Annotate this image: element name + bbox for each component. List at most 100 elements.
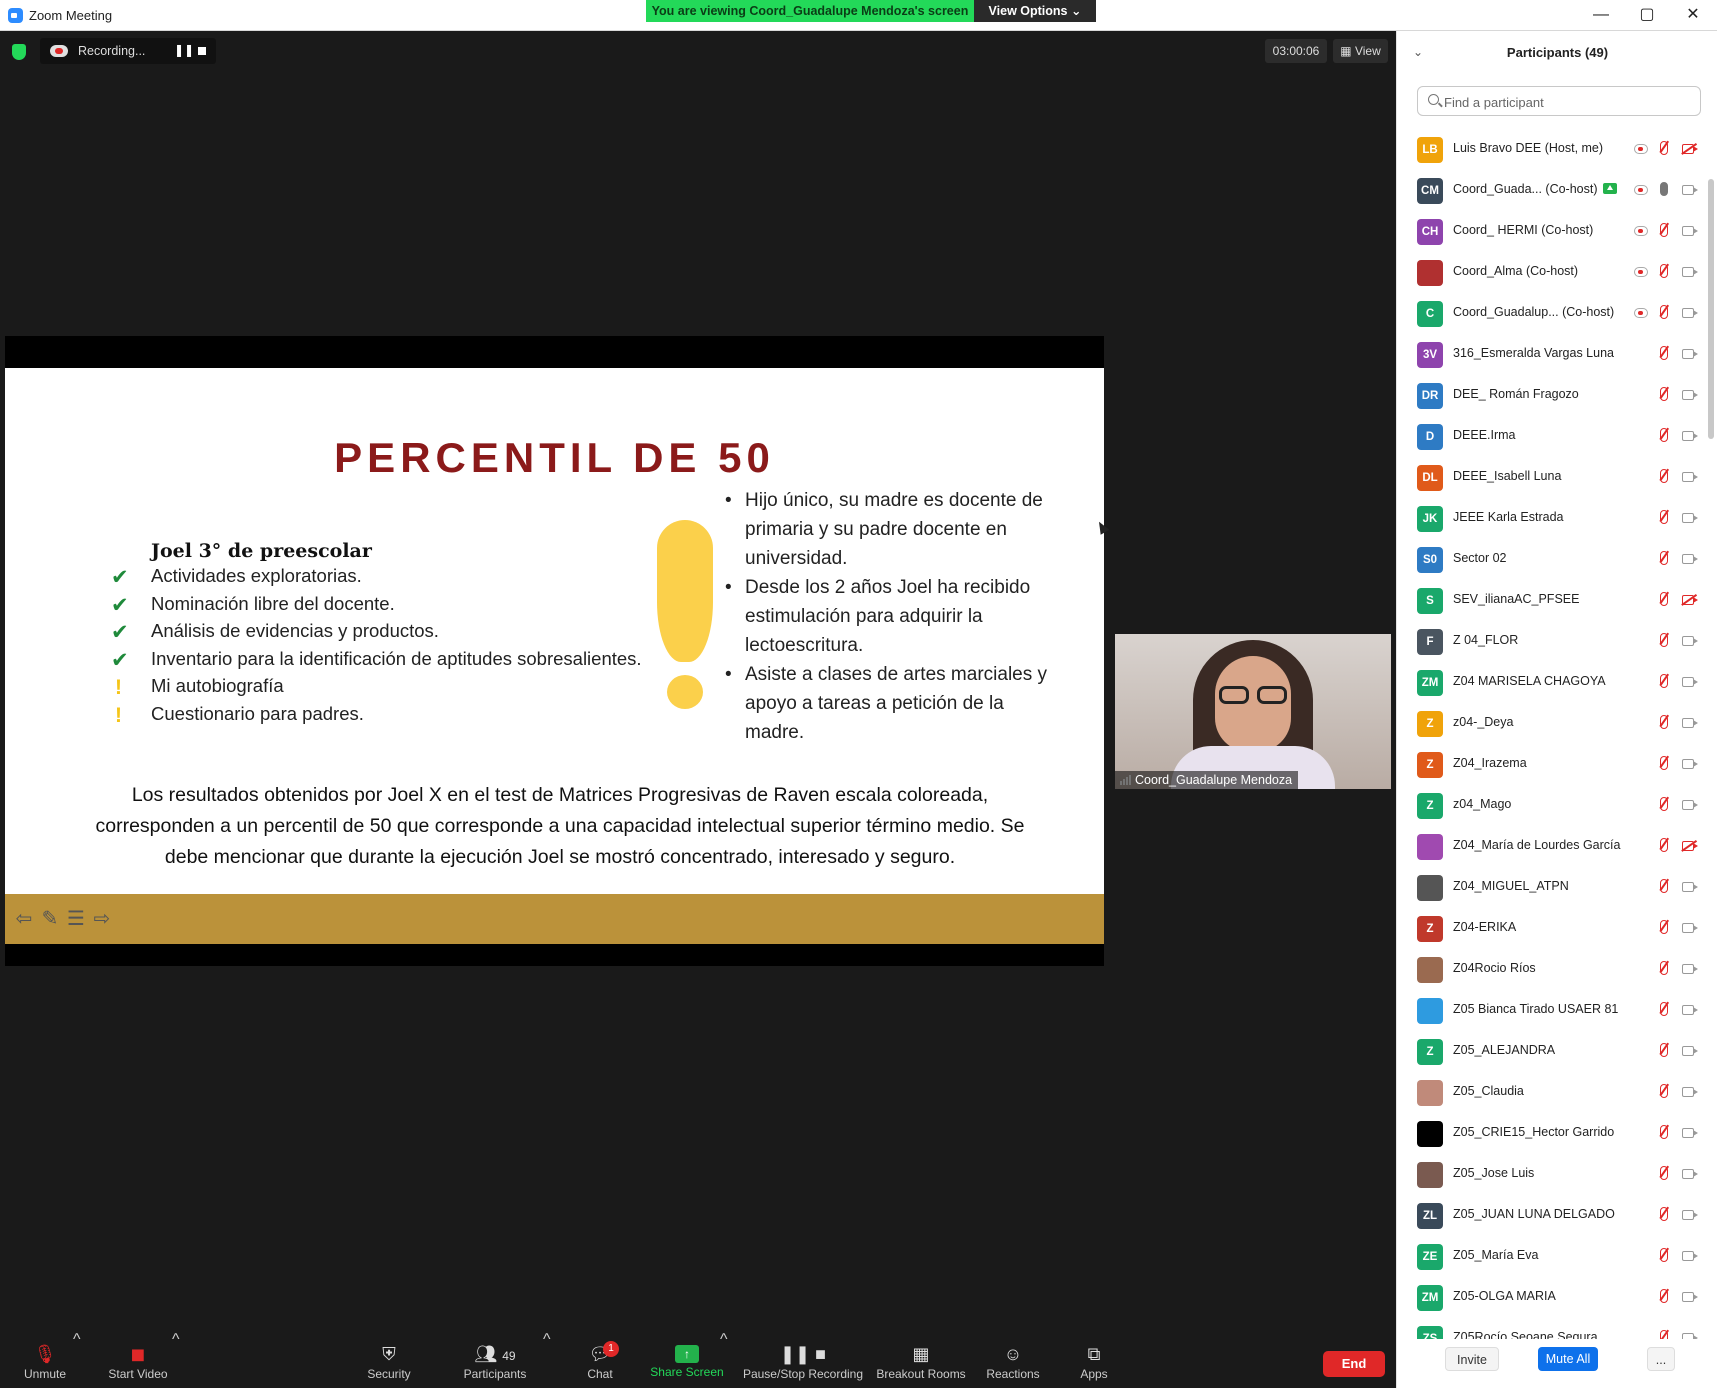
participant-row[interactable]: Coord_Alma (Co-host) (1397, 252, 1708, 293)
video-icon[interactable] (1682, 964, 1698, 974)
breakout-rooms-button[interactable]: ▦ Breakout Rooms (876, 1331, 966, 1388)
pen-icon[interactable]: ✎ (39, 908, 61, 930)
participants-button[interactable]: 👥︎ 49 Participants (460, 1331, 530, 1388)
reactions-button[interactable]: ☺︎ Reactions (986, 1331, 1040, 1388)
mute-all-button[interactable]: Mute All (1538, 1347, 1598, 1371)
mic-muted-icon[interactable] (1660, 674, 1668, 688)
mic-muted-icon[interactable] (1660, 920, 1668, 934)
participant-row[interactable]: Zz04_Mago (1397, 785, 1708, 826)
participants-options-chevron-icon[interactable]: ^ (543, 1331, 551, 1388)
video-icon[interactable] (1682, 431, 1698, 441)
participant-row[interactable]: 3V 316_Esmeralda Vargas Luna (1397, 334, 1708, 375)
mic-muted-icon[interactable] (1660, 387, 1668, 401)
participant-row[interactable]: D DEEE.Irma (1397, 416, 1708, 457)
search-input[interactable] (1444, 91, 1694, 113)
view-options-button[interactable]: View Options ⌄ (974, 0, 1096, 22)
chat-button[interactable]: 💬︎ Chat (582, 1331, 618, 1388)
invite-button[interactable]: Invite (1445, 1347, 1499, 1371)
video-off-icon[interactable] (1682, 841, 1698, 851)
mic-muted-icon[interactable] (1660, 551, 1668, 565)
mic-muted-icon[interactable] (1660, 1248, 1668, 1262)
mic-muted-icon[interactable] (1660, 428, 1668, 442)
minimize-icon[interactable]: — (1586, 3, 1616, 27)
mic-muted-icon[interactable] (1660, 838, 1668, 852)
menu-icon[interactable]: ☰ (65, 908, 87, 930)
participant-row[interactable]: Z05 Bianca Tirado USAER 81 (1397, 990, 1708, 1031)
mic-muted-icon[interactable] (1660, 469, 1668, 483)
participant-row[interactable]: DR DEE_ Román Fragozo (1397, 375, 1708, 416)
participant-row[interactable]: Zz04-_Deya (1397, 703, 1708, 744)
participant-row[interactable]: Z04_MIGUEL_ATPN (1397, 867, 1708, 908)
mic-muted-icon[interactable] (1660, 1084, 1668, 1098)
video-icon[interactable] (1682, 800, 1698, 810)
share-screen-button[interactable]: ↑ Share Screen (650, 1331, 724, 1388)
participant-row[interactable]: Z Z05_ALEJANDRA (1397, 1031, 1708, 1072)
mic-muted-icon[interactable] (1660, 715, 1668, 729)
mic-muted-icon[interactable] (1660, 1043, 1668, 1057)
video-icon[interactable] (1682, 185, 1698, 195)
participant-row[interactable]: F Z 04_FLOR (1397, 621, 1708, 662)
video-off-icon[interactable] (1682, 144, 1698, 154)
mic-muted-icon[interactable] (1660, 510, 1668, 524)
mic-muted-icon[interactable] (1660, 797, 1668, 811)
next-slide-icon[interactable]: ⇨ (91, 908, 113, 930)
video-icon[interactable] (1682, 923, 1698, 933)
mic-muted-icon[interactable] (1660, 141, 1668, 155)
security-button[interactable]: ⛨ Security (364, 1331, 414, 1388)
pause-stop-recording-button[interactable]: ❚❚ ■ Pause/Stop Recording (742, 1331, 864, 1388)
participant-row[interactable]: Z05_CRIE15_Hector Garrido (1397, 1113, 1708, 1154)
audio-options-chevron-icon[interactable]: ^ (73, 1331, 81, 1388)
video-icon[interactable] (1682, 1087, 1698, 1097)
participant-row[interactable]: Z Z04-ERIKA (1397, 908, 1708, 949)
video-icon[interactable] (1682, 267, 1698, 277)
participant-row[interactable]: ZE Z05_María Eva (1397, 1236, 1708, 1277)
maximize-icon[interactable]: ▢ (1632, 3, 1662, 27)
participant-row[interactable]: Z05_Claudia (1397, 1072, 1708, 1113)
video-icon[interactable] (1682, 1005, 1698, 1015)
previous-slide-icon[interactable]: ⇦ (13, 908, 35, 930)
video-icon[interactable] (1682, 1210, 1698, 1220)
participant-row[interactable]: Z04Rocio Ríos (1397, 949, 1708, 990)
unmute-button[interactable]: 🎙︎ Unmute (18, 1331, 72, 1388)
video-icon[interactable] (1682, 390, 1698, 400)
video-icon[interactable] (1682, 1292, 1698, 1302)
share-options-chevron-icon[interactable]: ^ (720, 1331, 728, 1388)
participant-row[interactable]: ZL Z05_JUAN LUNA DELGADO (1397, 1195, 1708, 1236)
close-icon[interactable]: ✕ (1678, 3, 1708, 27)
participant-row[interactable]: C Coord_Guadalup... (Co-host) (1397, 293, 1708, 334)
mic-muted-icon[interactable] (1660, 305, 1668, 319)
participant-row[interactable]: Z Z04_Irazema (1397, 744, 1708, 785)
video-icon[interactable] (1682, 513, 1698, 523)
participant-row[interactable]: CH Coord_ HERMI (Co-host) (1397, 211, 1708, 252)
video-icon[interactable] (1682, 759, 1698, 769)
mic-muted-icon[interactable] (1660, 592, 1668, 606)
participant-row[interactable]: CM Coord_Guada... (Co-host) (1397, 170, 1708, 211)
participant-row[interactable]: Z05_Jose Luis (1397, 1154, 1708, 1195)
mic-muted-icon[interactable] (1660, 1166, 1668, 1180)
participant-search[interactable] (1417, 86, 1701, 116)
video-icon[interactable] (1682, 349, 1698, 359)
video-icon[interactable] (1682, 1128, 1698, 1138)
pause-recording-icon[interactable]: ❚❚ (174, 43, 194, 57)
video-options-chevron-icon[interactable]: ^ (172, 1331, 180, 1388)
mic-muted-icon[interactable] (1660, 1002, 1668, 1016)
stop-recording-icon[interactable] (198, 47, 206, 55)
participant-row[interactable]: Z04_María de Lourdes García (1397, 826, 1708, 867)
mic-muted-icon[interactable] (1660, 346, 1668, 360)
participants-scrollbar[interactable] (1708, 129, 1714, 1329)
mic-muted-icon[interactable] (1660, 223, 1668, 237)
video-icon[interactable] (1682, 226, 1698, 236)
start-video-button[interactable]: ◼︎ Start Video (104, 1331, 172, 1388)
apps-button[interactable]: ⧉ Apps (1078, 1331, 1110, 1388)
encryption-shield-icon[interactable] (12, 44, 26, 60)
mic-muted-icon[interactable] (1660, 1289, 1668, 1303)
video-icon[interactable] (1682, 718, 1698, 728)
participant-row[interactable]: ZM Z05-OLGA MARIA (1397, 1277, 1708, 1318)
participant-row[interactable]: JK JEEE Karla Estrada (1397, 498, 1708, 539)
video-icon[interactable] (1682, 1251, 1698, 1261)
video-icon[interactable] (1682, 1169, 1698, 1179)
mic-muted-icon[interactable] (1660, 756, 1668, 770)
mic-icon[interactable] (1660, 182, 1668, 196)
video-icon[interactable] (1682, 636, 1698, 646)
participant-row[interactable]: S0 Sector 02 (1397, 539, 1708, 580)
